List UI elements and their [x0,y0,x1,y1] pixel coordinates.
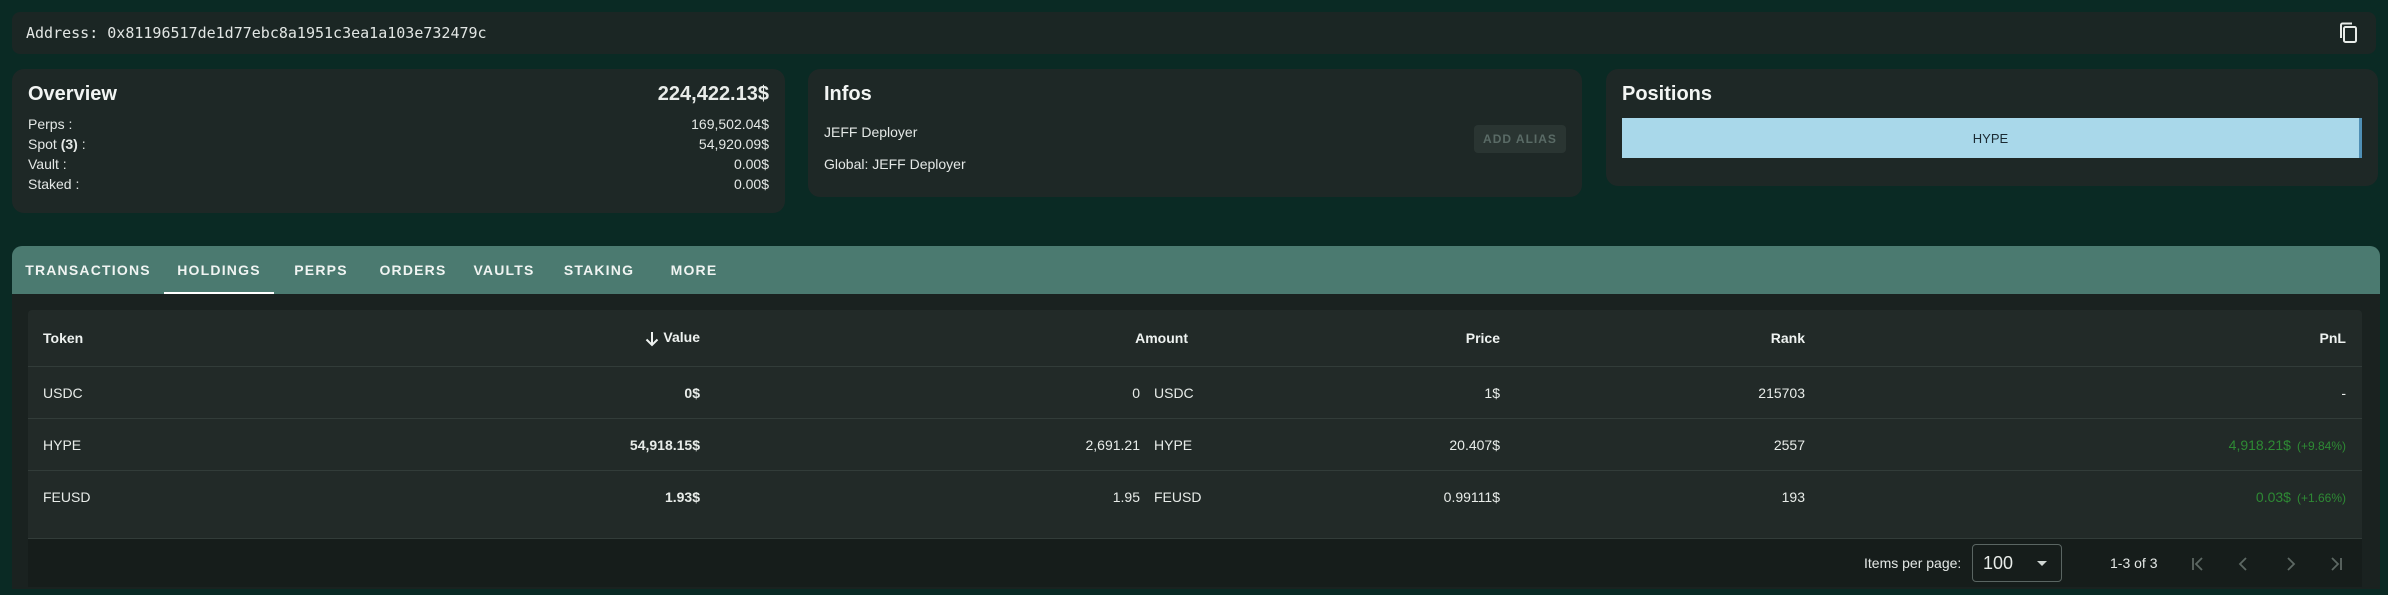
table-row[interactable]: HYPE 54,918.15$ 2,691.21 HYPE 20.407$ 25… [28,418,2362,470]
overview-row-spot: Spot (3) : 54,920.09$ [28,134,769,154]
address-label: Address: [26,24,99,42]
copy-icon [2340,22,2357,43]
row-rank: 2557 [1773,436,1805,453]
deployer-name: JEFF Deployer [824,124,918,140]
header-rank[interactable]: Rank [1771,330,1805,346]
header-price[interactable]: Price [1466,330,1500,346]
table-paginator: Items per page: 100 1-3 of 3 [28,538,2362,587]
address-bar: Address: 0x81196517de1d77ebc8a1951c3ea1a… [12,12,2376,54]
row-symbol: USDC [1154,384,1194,401]
copy-address-button[interactable] [2336,20,2362,46]
first-page-button[interactable] [2186,552,2210,576]
holdings-table: Token Value Amount Price Rank PnL USDC 0… [28,310,2362,587]
row-pnl-percent: (+9.84%) [2296,438,2346,453]
row-value: 54,918.15$ [629,436,700,453]
header-amount[interactable]: Amount [1135,330,1188,346]
row-amount: 1.95 [1112,488,1140,505]
sort-arrow-down-icon [646,331,659,347]
header-pnl[interactable]: PnL [2320,330,2346,346]
header-token[interactable]: Token [43,330,83,346]
tab-vaults[interactable]: VAULTS [458,246,550,294]
overview-row-label: Spot (3) : [28,134,86,154]
tab-staking[interactable]: STAKING [550,246,648,294]
add-alias-button[interactable]: ADD ALIAS [1474,125,1566,153]
tab-orders[interactable]: ORDERS [368,246,458,294]
overview-title: Overview [28,83,117,105]
row-amount: 0 [1132,384,1140,401]
overview-row-perps: Perps : 169,502.04$ [28,114,769,134]
row-price: 20.407$ [1449,436,1500,453]
row-rank: 215703 [1758,384,1805,401]
row-token: FEUSD [43,488,91,505]
row-pnl-percent: (+1.66%) [2296,490,2346,505]
tab-perps[interactable]: PERPS [274,246,368,294]
address-text: Address: 0x81196517de1d77ebc8a1951c3ea1a… [26,24,487,42]
overview-row-value: 169,502.04$ [691,116,769,132]
infos-card: Infos JEFF Deployer Global: JEFF Deploye… [808,69,1582,197]
tab-bar: TRANSACTIONS HOLDINGS PERPS ORDERS VAULT… [12,246,2380,294]
row-price: 1$ [1484,384,1500,401]
position-bar-label: HYPE [1972,130,2009,146]
overview-row-value: 54,920.09$ [698,136,769,152]
row-pnl-value: 4,918.21$ [2228,436,2291,453]
overview-row-value: 0.00$ [733,176,769,192]
tab-transactions[interactable]: TRANSACTIONS [12,246,164,294]
table-row[interactable]: FEUSD 1.93$ 1.95 FEUSD 0.99111$ 193 0.03… [28,470,2362,522]
tab-holdings[interactable]: HOLDINGS [164,246,274,294]
last-page-icon [2331,557,2342,571]
row-pnl-value: 0.03$ [2255,488,2291,505]
row-price: 0.99111$ [1443,488,1500,505]
row-value: 0$ [684,384,700,401]
chevron-left-icon [2238,557,2247,571]
tab-more[interactable]: MORE [648,246,740,294]
overview-row-label: Staked : [28,176,80,192]
items-per-page-label: Items per page: [1864,555,1962,571]
holdings-panel: Token Value Amount Price Rank PnL USDC 0… [12,294,2380,589]
header-value[interactable]: Value [645,329,700,347]
overview-row-label: Vault : [28,156,67,172]
table-header: Token Value Amount Price Rank PnL [28,310,2362,366]
row-amount: 2,691.21 [1085,436,1141,453]
spot-label-suffix: : [77,136,86,152]
infos-title: Infos [824,83,872,105]
positions-title: Positions [1622,83,1713,105]
overview-total: 224,422.13$ [657,83,769,105]
row-value: 1.93$ [664,488,700,505]
row-token: USDC [43,384,83,401]
row-token: HYPE [43,436,82,453]
overview-card: Overview 224,422.13$ Perps : 169,502.04$… [12,69,785,213]
overview-row-staked: Staked : 0.00$ [28,174,769,194]
row-pnl: 4,918.21$ (+9.84%) [2229,437,2346,453]
previous-page-button[interactable] [2232,552,2256,576]
chevron-right-icon [2287,557,2296,571]
items-per-page-value: 100 [1983,552,2014,573]
overview-row-value: 0.00$ [733,156,769,172]
overview-row-vault: Vault : 0.00$ [28,154,769,174]
items-per-page-select[interactable]: 100 [1972,544,2062,582]
spot-label: Spot [28,136,61,152]
address-value: 0x81196517de1d77ebc8a1951c3ea1a103e73247… [107,24,487,42]
table-row[interactable]: USDC 0$ 0 USDC 1$ 215703 - [28,366,2362,418]
dropdown-arrow-icon [2037,561,2047,566]
row-pnl: 0.03$ (+1.66%) [2256,489,2346,505]
row-rank: 193 [1781,488,1805,505]
header-value-label: Value [663,329,700,346]
row-symbol: FEUSD [1154,488,1202,505]
row-symbol: HYPE [1154,436,1193,453]
positions-card: Positions HYPE [1606,69,2378,186]
page-range: 1-3 of 3 [2110,555,2158,571]
global-alias: Global: JEFF Deployer [824,156,966,172]
row-pnl: - [2341,384,2346,401]
first-page-icon [2192,557,2203,571]
overview-row-label: Perps : [28,116,73,132]
spot-count: (3) [60,136,78,152]
next-page-button[interactable] [2278,552,2302,576]
last-page-button[interactable] [2324,552,2348,576]
position-bar-hype[interactable]: HYPE [1622,118,2362,158]
